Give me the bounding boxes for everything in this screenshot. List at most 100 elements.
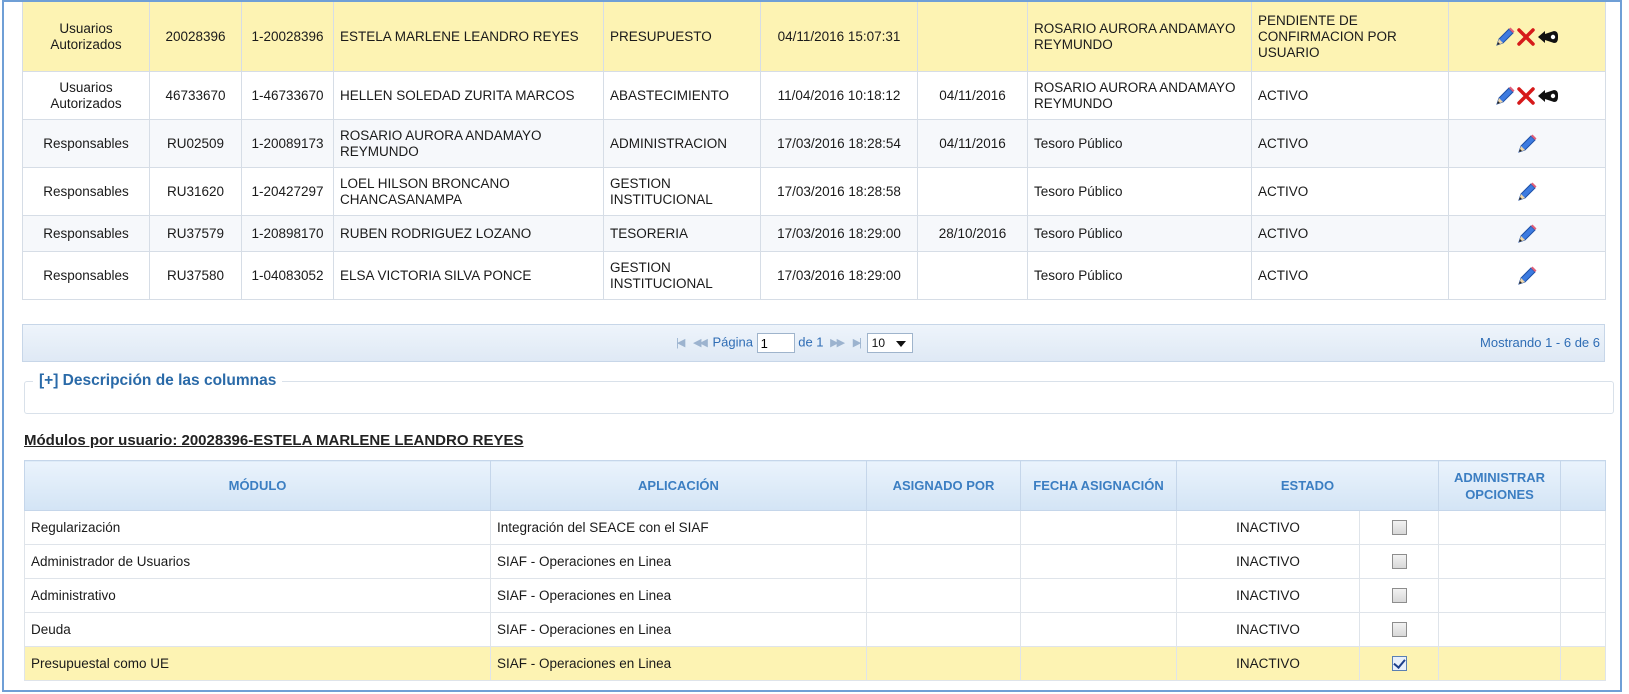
- cell-user-area: GESTION INSTITUCIONAL: [603, 251, 761, 300]
- user-row[interactable]: Responsables RU37580 1-04083052 ELSA VICTOR…: [22, 251, 1606, 300]
- cell-application: Integración del SEACE con el SIAF: [490, 510, 867, 545]
- header-application[interactable]: APLICACIÓN: [490, 460, 867, 511]
- module-checkbox[interactable]: [1391, 554, 1407, 570]
- first-page-icon[interactable]: |◀: [676, 337, 685, 349]
- cell-user-code: RU31620: [149, 167, 242, 216]
- cell-assigned-date: [1020, 612, 1177, 647]
- delete-icon[interactable]: [1516, 86, 1536, 106]
- cell-actions: [1448, 251, 1606, 300]
- column-description-toggle[interactable]: [+] Descripción de las columnas: [33, 372, 282, 390]
- delete-icon[interactable]: [1516, 27, 1536, 47]
- cell-authorized-by: Tesoro Público: [1027, 215, 1252, 252]
- header-filler: [1560, 460, 1606, 511]
- cell-actions: [1448, 2, 1606, 72]
- cell-module: Presupuestal como UE: [24, 646, 491, 681]
- cell-admin-options: [1438, 578, 1561, 613]
- cell-user-id: 1-20028396: [241, 2, 334, 72]
- user-row[interactable]: Responsables RU02509 1-20089173 ROSARIO AUR…: [22, 119, 1606, 168]
- header-assigned-date[interactable]: FECHA ASIGNACIÓN: [1020, 460, 1177, 511]
- user-row[interactable]: Responsables RU37579 1-20898170 RUBEN RODRI…: [22, 215, 1606, 252]
- module-checkbox[interactable]: [1391, 520, 1407, 536]
- cell-user-id: 1-46733670: [241, 71, 334, 120]
- module-row[interactable]: Regularización Integración del SEACE con …: [24, 510, 1606, 545]
- cell-user-status: ACTIVO: [1251, 119, 1449, 168]
- cell-authorized-by: Tesoro Público: [1027, 167, 1252, 216]
- cell-user-area: TESORERIA: [603, 215, 761, 252]
- header-admin-options[interactable]: ADMINISTRAR OPCIONES: [1438, 460, 1561, 511]
- cell-actions: [1448, 119, 1606, 168]
- header-assigned-by[interactable]: ASIGNADO POR: [866, 460, 1021, 511]
- page-size-select[interactable]: 10: [866, 333, 913, 353]
- page-count-label: de 1: [798, 334, 824, 350]
- cell-checkbox: [1359, 510, 1439, 545]
- cell-user-area: ABASTECIMIENTO: [603, 71, 761, 120]
- last-page-icon[interactable]: ▶|: [853, 337, 862, 349]
- header-module[interactable]: MÓDULO: [24, 460, 491, 511]
- cell-user-id: 1-20427297: [241, 167, 334, 216]
- cell-user-type: Responsables: [22, 215, 150, 252]
- cell-checkbox: [1359, 612, 1439, 647]
- prev-page-icon[interactable]: ◀◀: [693, 337, 708, 349]
- module-row[interactable]: Administrador de Usuarios SIAF - Operacio…: [24, 544, 1606, 579]
- next-page-icon[interactable]: ▶▶: [830, 337, 845, 349]
- cell-checkbox: [1359, 578, 1439, 613]
- module-checkbox[interactable]: [1391, 656, 1407, 672]
- cell-admin-options: [1438, 510, 1561, 545]
- cell-module: Administrador de Usuarios: [24, 544, 491, 579]
- module-row[interactable]: Deuda SIAF - Operaciones en Linea INACTIVO: [24, 612, 1606, 647]
- cell-assigned-by: [866, 612, 1021, 647]
- cell-module: Regularización: [24, 510, 491, 545]
- cell-created-date: 17/03/2016 18:29:00: [760, 215, 918, 252]
- cell-admin-options: [1438, 612, 1561, 647]
- cell-created-date: 17/03/2016 18:28:58: [760, 167, 918, 216]
- cell-status: INACTIVO: [1176, 612, 1360, 647]
- cell-actions: [1448, 71, 1606, 120]
- cell-application: SIAF - Operaciones en Linea: [490, 612, 867, 647]
- cell-created-date: 17/03/2016 18:28:54: [760, 119, 918, 168]
- pencil-icon[interactable]: [1516, 265, 1538, 287]
- module-row[interactable]: Administrativo SIAF - Operaciones en Line…: [24, 578, 1606, 613]
- cell-assigned-date: [1020, 510, 1177, 545]
- cell-status: INACTIVO: [1176, 544, 1360, 579]
- cell-user-code: 20028396: [149, 2, 242, 72]
- cell-user-status: ACTIVO: [1251, 71, 1449, 120]
- module-checkbox[interactable]: [1391, 622, 1407, 638]
- users-table: Usuarios Autorizados 20028396 1-20028396 ES…: [22, 2, 1606, 300]
- cell-filler: [1560, 510, 1606, 545]
- cell-authorized-by: Tesoro Público: [1027, 251, 1252, 300]
- cell-user-name: LOEL HILSON BRONCANO CHANCASANAMPA: [333, 167, 604, 216]
- cell-application: SIAF - Operaciones en Linea: [490, 578, 867, 613]
- user-row[interactable]: Usuarios Autorizados 20028396 1-20028396 ES…: [22, 2, 1606, 72]
- cell-user-status: ACTIVO: [1251, 215, 1449, 252]
- unlock-icon[interactable]: [1536, 86, 1560, 106]
- user-row[interactable]: Usuarios Autorizados 46733670 1-46733670 HE…: [22, 71, 1606, 120]
- cell-module: Administrativo: [24, 578, 491, 613]
- cell-user-code: RU37580: [149, 251, 242, 300]
- pencil-icon[interactable]: [1494, 26, 1516, 48]
- cell-module: Deuda: [24, 612, 491, 647]
- cell-user-area: ADMINISTRACION: [603, 119, 761, 168]
- cell-user-type: Usuarios Autorizados: [22, 2, 150, 72]
- cell-user-name: ESTELA MARLENE LEANDRO REYES: [333, 2, 604, 72]
- cell-user-status: ACTIVO: [1251, 167, 1449, 216]
- module-row[interactable]: Presupuestal como UE SIAF - Operaciones e…: [24, 646, 1606, 681]
- chevron-down-icon: [895, 341, 906, 347]
- pager-nav: |◀ ◀◀ Página de 1 ▶▶ ▶| 10: [673, 333, 913, 353]
- cell-user-status: ACTIVO: [1251, 251, 1449, 300]
- cell-user-code: RU37579: [149, 215, 242, 252]
- pencil-icon[interactable]: [1516, 223, 1538, 245]
- header-status[interactable]: ESTADO: [1176, 460, 1439, 511]
- cell-assigned-by: [866, 646, 1021, 681]
- pencil-icon[interactable]: [1516, 133, 1538, 155]
- pencil-icon[interactable]: [1516, 181, 1538, 203]
- unlock-icon[interactable]: [1536, 27, 1560, 47]
- cell-user-name: ELSA VICTORIA SILVA PONCE: [333, 251, 604, 300]
- cell-user-type: Responsables: [22, 167, 150, 216]
- user-row[interactable]: Responsables RU31620 1-20427297 LOEL HILSON…: [22, 167, 1606, 216]
- page-number-input[interactable]: [756, 333, 795, 353]
- cell-created-date: 11/04/2016 10:18:12: [760, 71, 918, 120]
- cell-user-code: RU02509: [149, 119, 242, 168]
- pencil-icon[interactable]: [1494, 85, 1516, 107]
- module-checkbox[interactable]: [1391, 588, 1407, 604]
- cell-admin-options: [1438, 646, 1561, 681]
